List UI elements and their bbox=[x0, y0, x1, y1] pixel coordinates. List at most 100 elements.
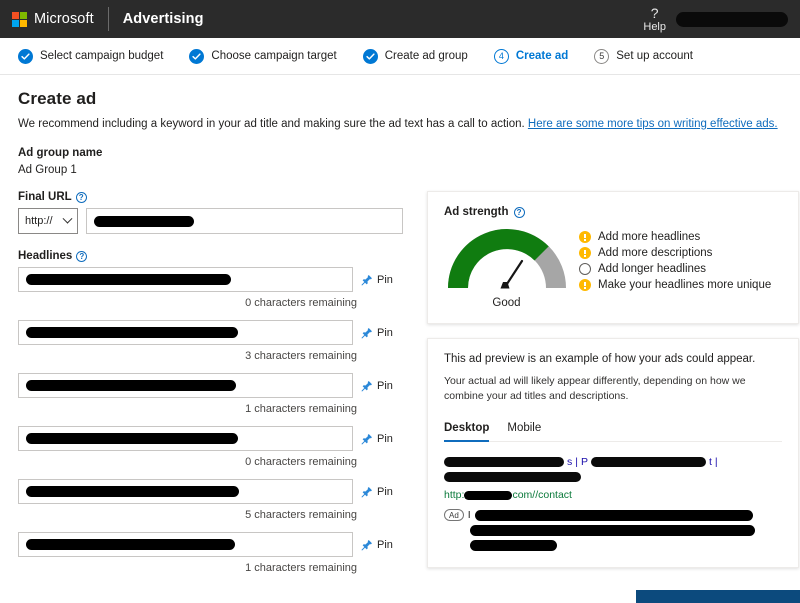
ad-strength-panel: Ad strength ? Goo bbox=[427, 191, 799, 324]
ad-group-name-label-text: Ad group name bbox=[18, 147, 102, 159]
two-column-layout: Final URL ? http:// Headlines ? bbox=[18, 191, 782, 585]
step-choose-campaign-target[interactable]: Choose campaign target bbox=[189, 49, 336, 64]
headline-redacted-value bbox=[26, 380, 236, 391]
suggestion-item: Make your headlines more unique bbox=[579, 279, 771, 291]
ad-title-text-part: s bbox=[567, 456, 572, 468]
pin-icon bbox=[361, 539, 373, 551]
sidebar-column: Ad strength ? Goo bbox=[427, 191, 799, 585]
ad-title-text-part: t bbox=[709, 456, 712, 468]
warning-icon bbox=[579, 247, 591, 259]
ad-preview-tabs: Desktop Mobile bbox=[444, 422, 782, 442]
ad-title-text-part: P bbox=[581, 456, 588, 468]
step-select-campaign-budget[interactable]: Select campaign budget bbox=[18, 49, 163, 64]
ad-url-suffix: com//contact bbox=[512, 489, 572, 501]
suggestion-label: Add more headlines bbox=[598, 231, 700, 243]
ad-preview-heading: This ad preview is an example of how you… bbox=[444, 353, 782, 365]
ad-badge: Ad bbox=[444, 509, 464, 521]
step-create-ad-group[interactable]: Create ad group bbox=[363, 49, 468, 64]
pin-icon bbox=[361, 327, 373, 339]
ad-group-name-value: Ad Group 1 bbox=[18, 164, 782, 176]
pin-label: Pin bbox=[377, 486, 393, 498]
headline-row: Pin bbox=[18, 479, 403, 504]
ad-strength-title: Ad strength ? bbox=[444, 206, 782, 218]
page-subtitle: We recommend including a keyword in your… bbox=[18, 118, 782, 130]
top-bar-right-cluster: ? Help bbox=[643, 6, 788, 33]
account-name-redacted[interactable] bbox=[676, 12, 788, 27]
headlines-label: Headlines ? bbox=[18, 250, 403, 262]
url-scheme-value: http:// bbox=[25, 215, 53, 227]
ad-strength-rating: Good bbox=[444, 297, 569, 309]
microsoft-logo-icon bbox=[12, 12, 27, 27]
ad-strength-body: Good Add more headlines Add more descrip… bbox=[444, 224, 782, 309]
tab-desktop[interactable]: Desktop bbox=[444, 422, 489, 441]
pin-button[interactable]: Pin bbox=[361, 433, 403, 445]
step-label: Choose campaign target bbox=[211, 50, 336, 62]
suggestion-item: Add more descriptions bbox=[579, 247, 771, 259]
step-label: Select campaign budget bbox=[40, 50, 163, 62]
step-number-badge: 5 bbox=[594, 49, 609, 64]
headline-redacted-value bbox=[26, 486, 239, 497]
headline-input[interactable] bbox=[18, 426, 353, 451]
bottom-action-bar[interactable] bbox=[636, 590, 800, 603]
pin-button[interactable]: Pin bbox=[361, 539, 403, 551]
ad-strength-suggestions: Add more headlines Add more descriptions… bbox=[579, 224, 771, 295]
top-navigation-bar: Microsoft Advertising ? Help bbox=[0, 0, 800, 38]
headline-redacted-value bbox=[26, 327, 238, 338]
help-tooltip-icon[interactable]: ? bbox=[514, 207, 525, 218]
suggestion-label: Add more descriptions bbox=[598, 247, 712, 259]
pin-button[interactable]: Pin bbox=[361, 327, 403, 339]
ad-preview-description: Your actual ad will likely appear differ… bbox=[444, 374, 782, 404]
warning-icon bbox=[579, 231, 591, 243]
gauge-icon bbox=[448, 228, 566, 291]
headline-input[interactable] bbox=[18, 267, 353, 292]
ad-title-redacted-part bbox=[591, 457, 706, 467]
help-label: Help bbox=[643, 22, 666, 33]
brand-divider bbox=[108, 7, 109, 31]
page-title: Create ad bbox=[18, 89, 782, 109]
tab-mobile[interactable]: Mobile bbox=[507, 422, 541, 441]
pin-label: Pin bbox=[377, 327, 393, 339]
pin-button[interactable]: Pin bbox=[361, 274, 403, 286]
ad-desc-redacted bbox=[470, 540, 557, 551]
help-tooltip-icon[interactable]: ? bbox=[76, 251, 87, 262]
question-mark-icon: ? bbox=[651, 6, 659, 20]
help-button[interactable]: ? Help bbox=[643, 6, 666, 33]
pin-icon bbox=[361, 274, 373, 286]
help-tooltip-icon[interactable]: ? bbox=[76, 192, 87, 203]
final-url-label-text: Final URL bbox=[18, 191, 72, 203]
page-content: Create ad We recommend including a keywo… bbox=[0, 75, 800, 603]
headline-input[interactable] bbox=[18, 479, 353, 504]
ad-desc-prefix: I bbox=[468, 509, 471, 521]
step-label: Create ad bbox=[516, 50, 568, 62]
url-scheme-select[interactable]: http:// bbox=[18, 208, 78, 234]
headline-row: Pin bbox=[18, 426, 403, 451]
check-circle-icon bbox=[18, 49, 33, 64]
headline-redacted-value bbox=[26, 274, 231, 285]
suggestion-item: Add longer headlines bbox=[579, 263, 771, 275]
step-create-ad[interactable]: 4 Create ad bbox=[494, 49, 568, 64]
headline-input[interactable] bbox=[18, 373, 353, 398]
effective-ads-tips-link[interactable]: Here are some more tips on writing effec… bbox=[528, 118, 778, 130]
headline-row: Pin bbox=[18, 320, 403, 345]
pin-icon bbox=[361, 380, 373, 392]
pin-button[interactable]: Pin bbox=[361, 486, 403, 498]
ad-group-name-label: Ad group name bbox=[18, 147, 782, 159]
ad-preview-url: http: com//contact bbox=[444, 489, 782, 501]
pin-label: Pin bbox=[377, 274, 393, 286]
ad-title-redacted-part bbox=[444, 472, 581, 482]
ad-preview-title-line-2 bbox=[444, 472, 782, 482]
ad-preview-description-line bbox=[444, 540, 782, 551]
product-name: Advertising bbox=[123, 11, 204, 27]
step-label: Create ad group bbox=[385, 50, 468, 62]
step-set-up-account[interactable]: 5 Set up account bbox=[594, 49, 693, 64]
suggestion-item: Add more headlines bbox=[579, 231, 771, 243]
ad-preview-title-line-1[interactable]: s | P t | bbox=[444, 456, 782, 468]
pin-label: Pin bbox=[377, 539, 393, 551]
pin-button[interactable]: Pin bbox=[361, 380, 403, 392]
headline-row: Pin bbox=[18, 373, 403, 398]
headline-input[interactable] bbox=[18, 532, 353, 557]
headline-input[interactable] bbox=[18, 320, 353, 345]
final-url-input[interactable] bbox=[86, 208, 403, 234]
ad-title-separator: | bbox=[715, 456, 718, 468]
headline-redacted-value bbox=[26, 539, 235, 550]
